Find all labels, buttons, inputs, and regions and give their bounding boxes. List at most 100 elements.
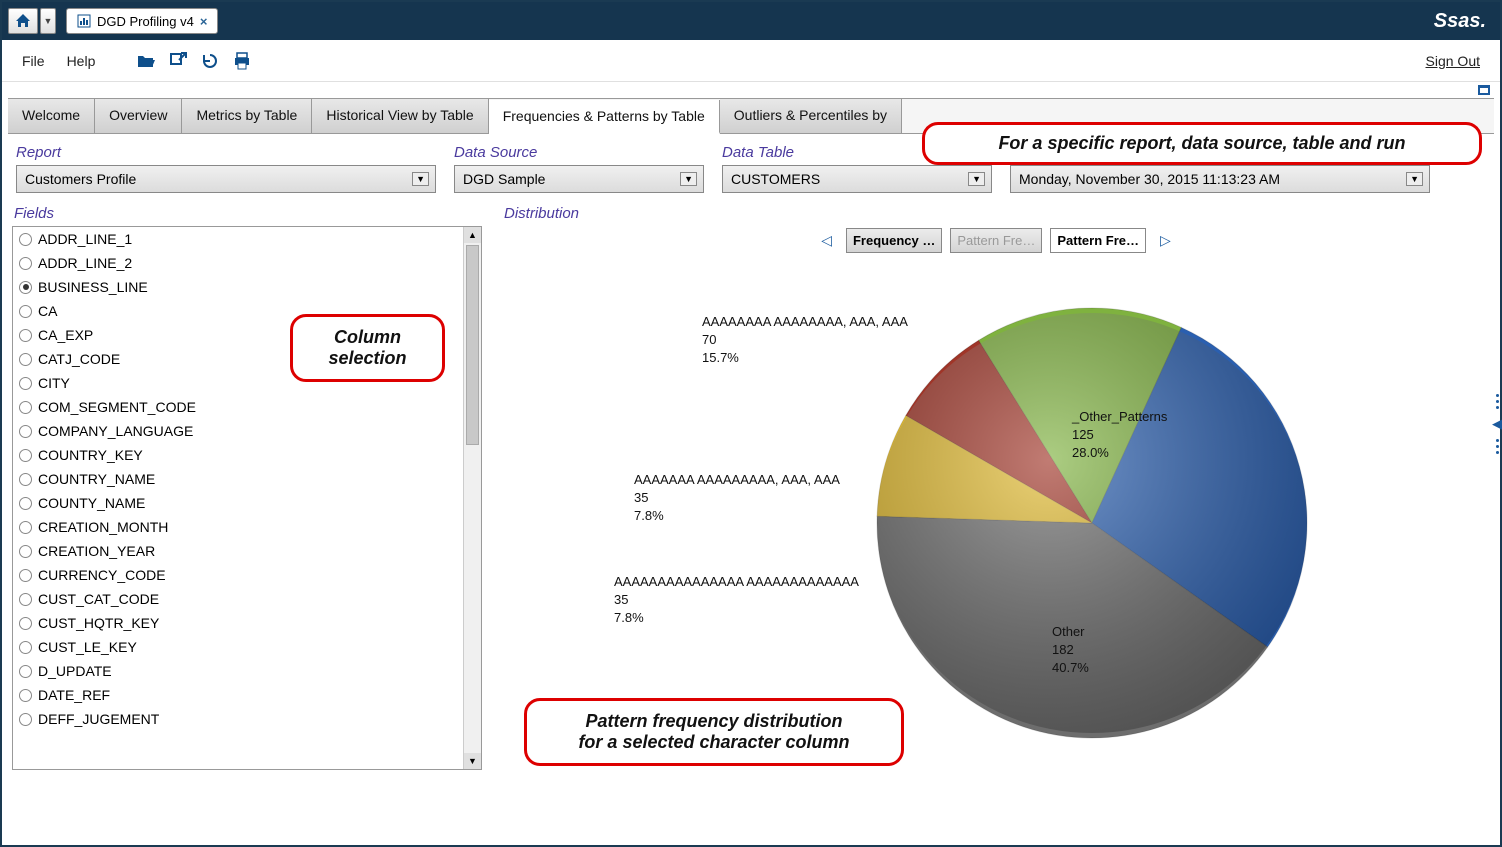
field-label: CREATION_YEAR: [38, 543, 155, 559]
field-label: COUNTRY_KEY: [38, 447, 143, 463]
field-label: COUNTY_NAME: [38, 495, 145, 511]
refresh-icon[interactable]: [201, 52, 219, 70]
field-item[interactable]: COM_SEGMENT_CODE: [13, 395, 463, 419]
restore-window-icon[interactable]: [1478, 85, 1490, 95]
field-label: CA_EXP: [38, 327, 93, 343]
subtab-pattern-2[interactable]: Pattern Fre…: [1050, 228, 1146, 253]
side-panel-handle[interactable]: ◀: [1492, 394, 1502, 454]
radio-icon[interactable]: [19, 569, 32, 582]
radio-icon[interactable]: [19, 713, 32, 726]
field-item[interactable]: COUNTRY_NAME: [13, 467, 463, 491]
datasource-label: Data Source: [454, 144, 704, 161]
field-item[interactable]: CUST_CAT_CODE: [13, 587, 463, 611]
rundate-value: Monday, November 30, 2015 11:13:23 AM: [1019, 171, 1280, 187]
field-item[interactable]: COUNTY_NAME: [13, 491, 463, 515]
radio-icon[interactable]: [19, 497, 32, 510]
radio-icon[interactable]: [19, 521, 32, 534]
callout-bottom: Pattern frequency distributionfor a sele…: [524, 698, 904, 766]
caret-icon: ▼: [412, 172, 429, 186]
radio-icon[interactable]: [19, 617, 32, 630]
scrollbar[interactable]: ▲ ▼: [463, 227, 481, 769]
radio-icon[interactable]: [19, 425, 32, 438]
print-icon[interactable]: [233, 52, 251, 70]
subtab-frequency[interactable]: Frequency …: [846, 228, 942, 253]
radio-icon[interactable]: [19, 257, 32, 270]
field-item[interactable]: D_UPDATE: [13, 659, 463, 683]
prev-arrow-icon[interactable]: ◁: [815, 232, 838, 249]
slice-label-1: _Other_Patterns 125 28.0%: [1072, 408, 1167, 463]
radio-icon[interactable]: [19, 593, 32, 606]
field-label: DEFF_JUGEMENT: [38, 711, 159, 727]
radio-icon[interactable]: [19, 473, 32, 486]
radio-icon[interactable]: [19, 689, 32, 702]
menubar: File Help Sign Out: [2, 40, 1500, 82]
radio-icon[interactable]: [19, 353, 32, 366]
document-tab[interactable]: DGD Profiling v4 ×: [66, 8, 218, 34]
scroll-down-icon[interactable]: ▼: [464, 753, 481, 769]
report-select[interactable]: Customers Profile ▼: [16, 165, 436, 193]
field-label: CREATION_MONTH: [38, 519, 168, 535]
titlebar: ▼ DGD Profiling v4 × Ssas.: [2, 2, 1500, 40]
tab-historical[interactable]: Historical View by Table: [312, 99, 488, 133]
distribution-subtabs: ◁ Frequency … Pattern Fre… Pattern Fre… …: [502, 228, 1490, 253]
radio-icon[interactable]: [19, 329, 32, 342]
home-button[interactable]: [8, 8, 38, 34]
open-icon[interactable]: [137, 52, 155, 70]
radio-icon[interactable]: [19, 641, 32, 654]
field-item[interactable]: CREATION_MONTH: [13, 515, 463, 539]
distribution-label: Distribution: [504, 205, 1490, 222]
field-label: COUNTRY_NAME: [38, 471, 155, 487]
menu-file[interactable]: File: [22, 53, 45, 69]
field-item[interactable]: CUST_HQTR_KEY: [13, 611, 463, 635]
slice-label-3: AAAAAAAAAAAAAAA AAAAAAAAAAAAA 35 7.8%: [614, 573, 859, 628]
fields-list[interactable]: ADDR_LINE_1ADDR_LINE_2BUSINESS_LINECACA_…: [13, 227, 463, 769]
field-label: COM_SEGMENT_CODE: [38, 399, 196, 415]
tab-overview[interactable]: Overview: [95, 99, 182, 133]
datatable-value: CUSTOMERS: [731, 171, 820, 187]
datasource-value: DGD Sample: [463, 171, 545, 187]
datasource-select[interactable]: DGD Sample ▼: [454, 165, 704, 193]
fields-section: Fields ADDR_LINE_1ADDR_LINE_2BUSINESS_LI…: [12, 203, 482, 813]
field-item[interactable]: CREATION_YEAR: [13, 539, 463, 563]
field-item[interactable]: COUNTRY_KEY: [13, 443, 463, 467]
radio-icon[interactable]: [19, 665, 32, 678]
slice-label-2: Other 182 40.7%: [1052, 623, 1089, 678]
field-label: CATJ_CODE: [38, 351, 120, 367]
tab-metrics[interactable]: Metrics by Table: [182, 99, 312, 133]
home-dropdown[interactable]: ▼: [40, 8, 56, 34]
radio-icon[interactable]: [19, 281, 32, 294]
field-label: CUST_HQTR_KEY: [38, 615, 159, 631]
tab-welcome[interactable]: Welcome: [8, 99, 95, 133]
field-item[interactable]: ADDR_LINE_1: [13, 227, 463, 251]
radio-icon[interactable]: [19, 401, 32, 414]
subtab-pattern-1[interactable]: Pattern Fre…: [950, 228, 1042, 253]
tab-outliers[interactable]: Outliers & Percentiles by: [720, 99, 902, 133]
field-item[interactable]: CUST_LE_KEY: [13, 635, 463, 659]
radio-icon[interactable]: [19, 305, 32, 318]
field-label: CITY: [38, 375, 70, 391]
menu-help[interactable]: Help: [67, 53, 96, 69]
field-item[interactable]: BUSINESS_LINE: [13, 275, 463, 299]
field-item[interactable]: ADDR_LINE_2: [13, 251, 463, 275]
radio-icon[interactable]: [19, 545, 32, 558]
field-item[interactable]: CURRENCY_CODE: [13, 563, 463, 587]
field-label: BUSINESS_LINE: [38, 279, 148, 295]
export-icon[interactable]: [169, 52, 187, 70]
scroll-up-icon[interactable]: ▲: [464, 227, 481, 243]
signout-link[interactable]: Sign Out: [1426, 53, 1480, 69]
field-item[interactable]: DEFF_JUGEMENT: [13, 707, 463, 731]
radio-icon[interactable]: [19, 449, 32, 462]
caret-icon: ▼: [680, 172, 697, 186]
rundate-select[interactable]: Monday, November 30, 2015 11:13:23 AM ▼: [1010, 165, 1430, 193]
datatable-select[interactable]: CUSTOMERS ▼: [722, 165, 992, 193]
field-item[interactable]: COMPANY_LANGUAGE: [13, 419, 463, 443]
next-arrow-icon[interactable]: ▷: [1154, 232, 1177, 249]
radio-icon[interactable]: [19, 377, 32, 390]
scroll-thumb[interactable]: [466, 245, 479, 445]
tab-frequencies[interactable]: Frequencies & Patterns by Table: [489, 100, 720, 134]
field-item[interactable]: DATE_REF: [13, 683, 463, 707]
radio-icon[interactable]: [19, 233, 32, 246]
callout-column: Columnselection: [290, 314, 445, 382]
sas-logo: Ssas.: [1434, 10, 1486, 33]
close-icon[interactable]: ×: [200, 14, 208, 29]
